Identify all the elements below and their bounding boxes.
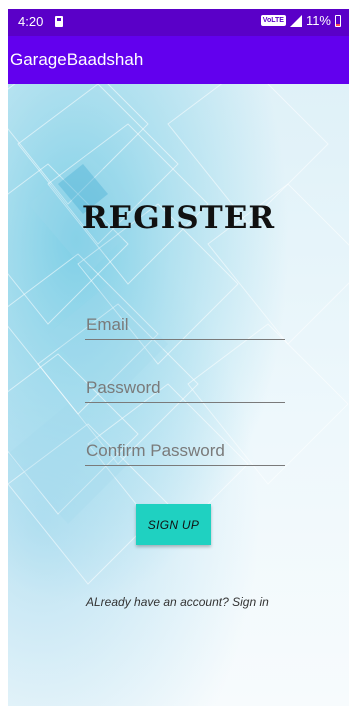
signal-icon [289, 14, 302, 27]
page-heading: REGISTER [81, 200, 276, 236]
app-bar: GarageBaadshah [8, 36, 349, 84]
signin-link[interactable]: ALready have an account? Sign in [86, 595, 269, 609]
confirm-password-field[interactable] [85, 436, 285, 466]
email-field[interactable] [85, 310, 285, 340]
volte-badge: VoLTE [260, 15, 286, 26]
signup-button[interactable]: SIGN UP [136, 504, 211, 545]
status-time: 4:20 [18, 14, 44, 29]
battery-percent: 11% [305, 13, 331, 28]
phone-screen: 4:20 VoLTE 11% GarageBaadshah REGISTER E… [8, 9, 349, 706]
register-content: REGISTER SIGN UP ALready have an account… [8, 84, 349, 706]
status-indicators: VoLTE 11% [260, 13, 341, 28]
battery-icon [335, 14, 341, 27]
status-bar: 4:20 VoLTE 11% [8, 9, 349, 36]
app-title: GarageBaadshah [10, 50, 144, 69]
sd-card-icon [55, 16, 63, 27]
password-field[interactable] [85, 373, 285, 403]
